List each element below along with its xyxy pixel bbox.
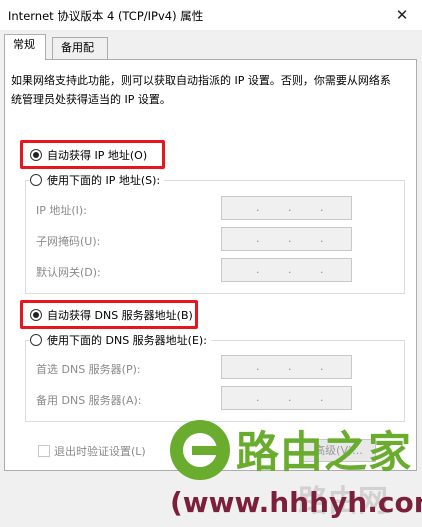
- preferred-dns-label: 首选 DNS 服务器(P):: [36, 363, 141, 376]
- ip-address-input[interactable]: ...: [221, 196, 352, 220]
- radio-manual-ip-label: 使用下面的 IP 地址(S):: [47, 174, 161, 187]
- dialog-body: 如果网络支持此功能，则可以获取自动指派的 IP 设置。否则，你需要从网络系统管理…: [0, 59, 422, 527]
- radio-indicator: [30, 149, 42, 161]
- watermark-brand: 路由之家: [236, 428, 412, 478]
- watermark-url: (www.hhhyh.com: [170, 486, 422, 519]
- subnet-mask-label: 子网掩码(U):: [36, 235, 101, 248]
- general-panel: 如果网络支持此功能，则可以获取自动指派的 IP 设置。否则，你需要从网络系统管理…: [4, 59, 417, 471]
- watermark: 路由之家 路由网 (www.hhhyh.com: [170, 416, 422, 527]
- description-text: 如果网络支持此功能，则可以获取自动指派的 IP 设置。否则，你需要从网络系统管理…: [11, 74, 391, 106]
- tab-general[interactable]: 常规: [4, 34, 46, 60]
- subnet-mask-input[interactable]: ...: [221, 227, 352, 251]
- watermark-logo-icon: [170, 420, 230, 480]
- radio-manual-dns[interactable]: 使用下面的 DNS 服务器地址(E):: [30, 332, 211, 348]
- title-bar: Internet 协议版本 4 (TCP/IPv4) 属性 ✕: [0, 0, 422, 30]
- validate-on-exit-checkbox[interactable]: 退出时验证设置(L): [38, 443, 146, 459]
- checkbox-indicator: [38, 445, 50, 457]
- window-title: Internet 协议版本 4 (TCP/IPv4) 属性: [8, 9, 204, 23]
- radio-manual-ip[interactable]: 使用下面的 IP 地址(S):: [30, 172, 165, 188]
- radio-indicator: [30, 174, 42, 186]
- default-gateway-label: 默认网关(D):: [36, 266, 101, 279]
- tab-alternate-config[interactable]: 备用配置: [52, 37, 108, 74]
- close-icon[interactable]: ✕: [382, 0, 422, 30]
- radio-indicator: [30, 309, 42, 321]
- alternate-dns-label: 备用 DNS 服务器(A):: [36, 394, 142, 407]
- preferred-dns-input[interactable]: ...: [221, 355, 352, 379]
- ip-address-label: IP 地址(I):: [36, 204, 87, 217]
- validate-on-exit-label: 退出时验证设置(L): [54, 445, 146, 458]
- radio-auto-ip[interactable]: 自动获得 IP 地址(O): [30, 147, 147, 163]
- radio-auto-ip-label: 自动获得 IP 地址(O): [47, 149, 148, 162]
- alternate-dns-input[interactable]: ...: [221, 386, 352, 410]
- tab-bar: 常规 备用配置: [0, 30, 422, 74]
- radio-auto-dns-label: 自动获得 DNS 服务器地址(B): [47, 309, 193, 322]
- default-gateway-input[interactable]: ...: [221, 258, 352, 282]
- radio-manual-dns-label: 使用下面的 DNS 服务器地址(E):: [47, 334, 207, 347]
- radio-indicator: [30, 334, 42, 346]
- radio-auto-dns[interactable]: 自动获得 DNS 服务器地址(B): [30, 307, 193, 323]
